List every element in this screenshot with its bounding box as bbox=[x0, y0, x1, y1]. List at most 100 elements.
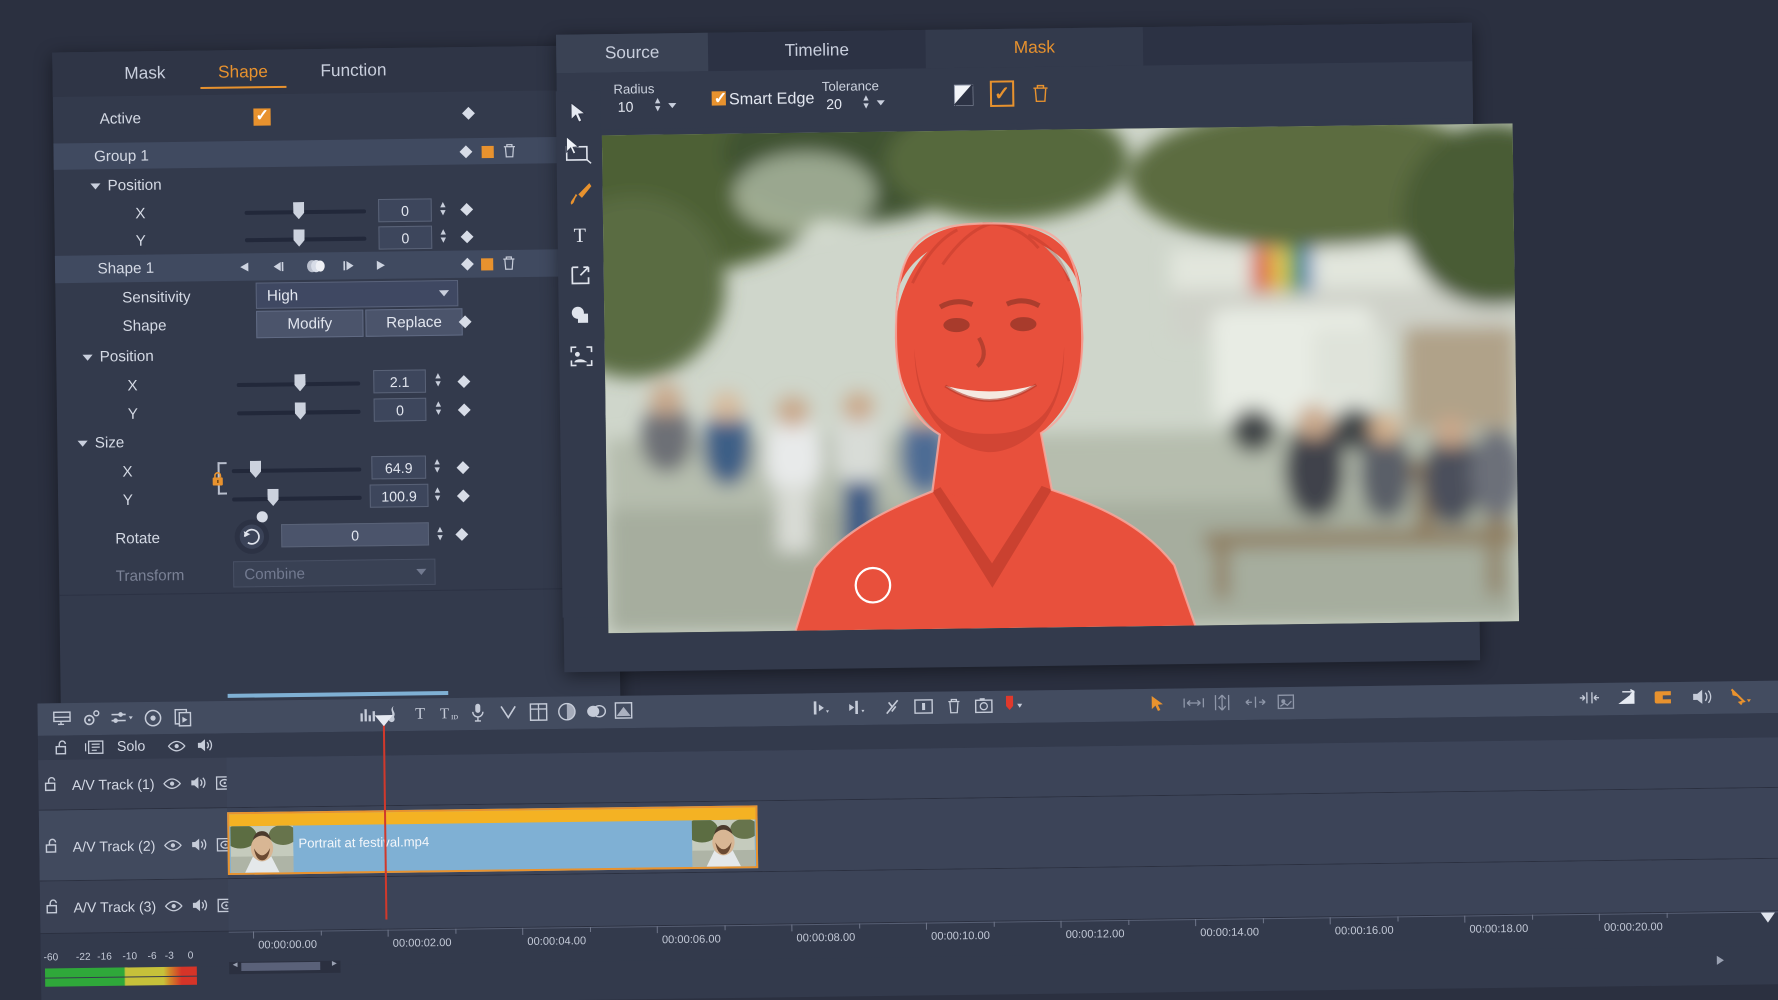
tab-source[interactable]: Source bbox=[556, 32, 709, 74]
track-header-1[interactable]: A/V Track (1) bbox=[38, 758, 234, 810]
tool-brush[interactable] bbox=[557, 174, 602, 215]
tolerance-value[interactable]: 20 bbox=[826, 96, 842, 112]
timeline-expand-icon[interactable] bbox=[1716, 955, 1726, 966]
eye-icon[interactable] bbox=[164, 839, 182, 851]
playhead-handle-icon[interactable] bbox=[374, 714, 393, 727]
crop-mode-button[interactable] bbox=[1277, 694, 1295, 710]
active-checkbox[interactable] bbox=[253, 108, 271, 126]
speaker-icon[interactable] bbox=[196, 738, 214, 753]
snapshot-button[interactable] bbox=[974, 697, 994, 714]
mark-in-button[interactable] bbox=[812, 699, 831, 716]
shape-position-y-slider[interactable] bbox=[237, 410, 361, 416]
scroll-right-icon[interactable]: ► bbox=[330, 959, 338, 968]
size-x-slider[interactable] bbox=[231, 467, 362, 473]
row-size-group[interactable]: Size bbox=[57, 428, 124, 458]
curve-button[interactable] bbox=[499, 704, 517, 720]
delete-mask-button[interactable] bbox=[1028, 80, 1053, 107]
group-keyframe-icon[interactable] bbox=[459, 145, 473, 159]
slider-knob[interactable] bbox=[293, 229, 304, 246]
preview-viewport[interactable] bbox=[601, 123, 1520, 634]
rotate-keyframe-icon[interactable] bbox=[455, 527, 469, 541]
grid-button[interactable] bbox=[529, 703, 548, 721]
magnet-snap-button[interactable] bbox=[1654, 689, 1675, 705]
shape-position-y-stepper[interactable]: ▲ ▼ bbox=[432, 399, 444, 417]
group-position-y-value[interactable]: 0 bbox=[378, 225, 433, 250]
track-header-3[interactable]: A/V Track (3) bbox=[40, 879, 236, 933]
apply-mask-button[interactable]: ✓ bbox=[989, 80, 1015, 107]
slide-mode-button[interactable] bbox=[1245, 695, 1266, 708]
modify-button[interactable]: Modify bbox=[255, 309, 364, 339]
mouse-mode-button[interactable] bbox=[1729, 687, 1752, 706]
mixer-button[interactable] bbox=[110, 710, 134, 725]
group-delete-icon[interactable] bbox=[502, 143, 517, 159]
size-x-stepper[interactable]: ▲ ▼ bbox=[431, 456, 443, 474]
shape-step-forward-icon[interactable] bbox=[341, 260, 356, 271]
title-small-button[interactable]: Tɪᴅ bbox=[438, 703, 459, 721]
active-keyframe-icon[interactable] bbox=[462, 106, 475, 120]
row-group-position[interactable]: Position bbox=[54, 170, 162, 201]
effects-settings-button[interactable] bbox=[82, 710, 100, 727]
tool-pointer[interactable] bbox=[556, 91, 601, 134]
track-settings-button[interactable] bbox=[53, 710, 72, 727]
chroma-key-button[interactable] bbox=[614, 702, 633, 719]
tool-freeform-shape[interactable] bbox=[558, 295, 603, 336]
group-position-x-value[interactable]: 0 bbox=[378, 198, 432, 223]
delete-clip-button[interactable] bbox=[946, 697, 961, 714]
eye-icon[interactable] bbox=[167, 740, 186, 752]
speaker-icon[interactable] bbox=[191, 898, 209, 913]
tab-mask[interactable]: Mask bbox=[98, 51, 192, 97]
blend-button[interactable] bbox=[586, 703, 607, 719]
tool-text[interactable]: T bbox=[557, 214, 602, 255]
title-button[interactable]: T bbox=[412, 703, 428, 722]
shape-color-swatch[interactable] bbox=[481, 258, 494, 271]
shape-prev-keyframe-icon[interactable] bbox=[237, 261, 250, 272]
size-y-keyframe-icon[interactable] bbox=[456, 489, 470, 503]
fit-button[interactable] bbox=[1579, 691, 1600, 704]
radius-value[interactable]: 10 bbox=[618, 99, 634, 115]
trim-mode-button[interactable] bbox=[1183, 696, 1205, 709]
group-color-swatch[interactable] bbox=[481, 145, 494, 159]
rotate-dial[interactable] bbox=[234, 519, 270, 555]
speaker-icon[interactable] bbox=[190, 837, 208, 852]
ripple-button[interactable] bbox=[1616, 689, 1637, 706]
select-mode-button[interactable] bbox=[1151, 695, 1166, 712]
shape-position-x-slider[interactable] bbox=[236, 381, 361, 387]
audio-scrub-button[interactable] bbox=[1691, 689, 1712, 705]
marker-button[interactable] bbox=[1004, 695, 1025, 716]
rotate-dial-handle[interactable] bbox=[256, 511, 268, 523]
rotate-stepper[interactable]: ▲ ▼ bbox=[434, 524, 446, 542]
rotate-value[interactable]: 0 bbox=[281, 522, 430, 548]
shape-position-x-keyframe-icon[interactable] bbox=[457, 375, 471, 389]
group-position-collapse-icon[interactable] bbox=[90, 182, 101, 190]
group-position-x-stepper[interactable]: ▲ ▼ bbox=[437, 199, 449, 217]
color-wheel-button[interactable] bbox=[558, 702, 576, 721]
shape-position-collapse-icon[interactable] bbox=[82, 354, 93, 361]
timeline-clip[interactable]: Portrait at festival.mp4 bbox=[227, 805, 759, 876]
radius-dropdown-icon[interactable] bbox=[668, 103, 677, 109]
size-collapse-icon[interactable] bbox=[77, 440, 88, 447]
tab-shape[interactable]: Shape bbox=[191, 49, 294, 95]
row-shape-position[interactable]: Position bbox=[56, 342, 154, 373]
invert-mask-button[interactable] bbox=[951, 82, 976, 109]
tolerance-stepper[interactable]: ▲ ▼ bbox=[860, 92, 871, 110]
tab-mask[interactable]: Mask bbox=[925, 27, 1144, 69]
tool-transform[interactable] bbox=[558, 255, 603, 296]
unlock-icon[interactable] bbox=[43, 776, 59, 793]
unlock-icon[interactable] bbox=[45, 898, 61, 915]
transform-dropdown[interactable]: Combine bbox=[232, 558, 436, 588]
scrollbar-thumb[interactable] bbox=[241, 961, 321, 972]
shape-position-x-stepper[interactable]: ▲ ▼ bbox=[432, 370, 444, 388]
size-y-value[interactable]: 100.9 bbox=[369, 483, 429, 508]
shape-delete-icon[interactable] bbox=[501, 255, 516, 271]
split-button[interactable] bbox=[884, 698, 901, 715]
shape-step-back-icon[interactable] bbox=[271, 261, 286, 272]
shape-keyframe-icon[interactable] bbox=[304, 258, 326, 273]
smart-edge-checkbox[interactable] bbox=[711, 91, 726, 106]
shape-position-y-keyframe-icon[interactable] bbox=[457, 403, 471, 417]
shape-next-keyframe-icon[interactable] bbox=[375, 260, 388, 271]
group-position-x-slider[interactable] bbox=[244, 209, 367, 215]
tab-timeline[interactable]: Timeline bbox=[708, 30, 926, 71]
track-header-icon[interactable] bbox=[84, 740, 104, 755]
tolerance-dropdown-icon[interactable] bbox=[876, 100, 885, 106]
ruler-dropdown-icon[interactable] bbox=[1760, 911, 1776, 923]
